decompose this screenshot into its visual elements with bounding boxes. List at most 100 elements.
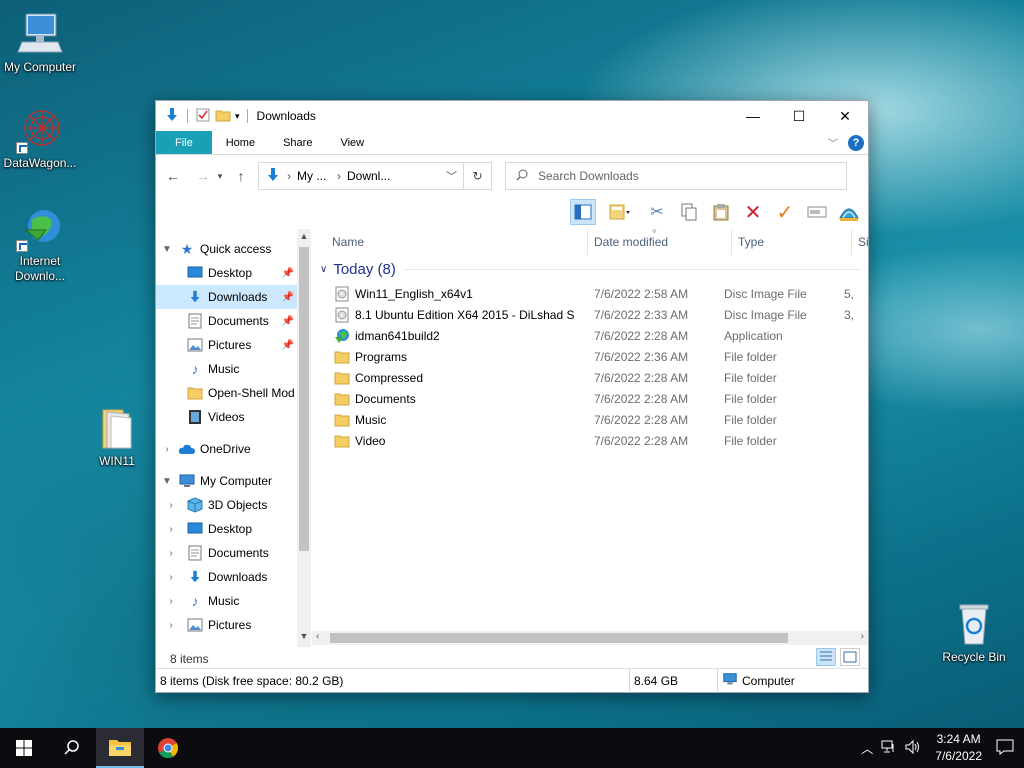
maximize-button[interactable]: ☐ xyxy=(776,101,822,131)
new-folder-icon[interactable] xyxy=(215,107,231,126)
file-row[interactable]: 8.1 Ubuntu Edition X64 2015 - DiLshad Sy… xyxy=(312,304,868,325)
network-icon[interactable] xyxy=(881,740,897,757)
rename-icon[interactable] xyxy=(804,199,830,225)
expand-chevron-icon[interactable]: › xyxy=(156,620,186,631)
file-row[interactable]: Programs 7/6/2022 2:36 AM File folder xyxy=(312,346,868,367)
nav-computer-pictures[interactable]: › Pictures xyxy=(156,613,298,637)
pin-icon: 📌 xyxy=(281,339,294,351)
customize-qat-dropdown-icon[interactable]: ▾ xyxy=(235,111,240,122)
collapse-chevron-icon[interactable]: ▼ xyxy=(156,244,178,255)
address-bar[interactable]: › My ... › Downl... ﹀ xyxy=(258,162,464,190)
tab-share[interactable]: Share xyxy=(269,131,326,154)
expand-chevron-icon[interactable]: › xyxy=(156,596,186,607)
nav-quick-pictures[interactable]: Pictures 📌 xyxy=(156,333,298,357)
scrollbar-thumb[interactable] xyxy=(330,633,788,643)
navigation-pane-toggle-icon[interactable] xyxy=(570,199,596,225)
cut-icon[interactable]: ✂ xyxy=(644,199,670,225)
up-arrow-icon[interactable]: ↑ xyxy=(230,168,252,184)
navigation-pane-scrollbar[interactable]: ▲ ▼ xyxy=(297,229,311,647)
forward-arrow-icon[interactable]: → xyxy=(192,168,214,184)
expand-chevron-icon[interactable]: › xyxy=(156,572,186,583)
refresh-button[interactable]: ↻ xyxy=(464,162,492,190)
nav-quick-videos[interactable]: Videos xyxy=(156,405,298,429)
nav-quick-downloads[interactable]: Downloads 📌 xyxy=(156,285,298,309)
nav-computer-documents[interactable]: › Documents xyxy=(156,541,298,565)
file-row[interactable]: idman641build2 7/6/2022 2:28 AM Applicatio… xyxy=(312,325,868,346)
nav-computer-desktop[interactable]: › Desktop xyxy=(156,517,298,541)
start-button[interactable] xyxy=(0,728,48,768)
back-arrow-icon[interactable]: ← xyxy=(162,168,184,184)
nav-quick-desktop[interactable]: Desktop 📌 xyxy=(156,261,298,285)
expand-chevron-icon[interactable]: › xyxy=(156,548,186,559)
check-icon[interactable]: ✓ xyxy=(772,199,798,225)
file-row[interactable]: Documents 7/6/2022 2:28 AM File folder xyxy=(312,388,868,409)
scrollbar-thumb[interactable] xyxy=(299,247,309,551)
taskbar-chrome[interactable] xyxy=(144,728,192,768)
group-header-today[interactable]: ∨ Today (8) xyxy=(320,255,860,283)
nav-quick-documents[interactable]: Documents 📌 xyxy=(156,309,298,333)
tab-file[interactable]: File xyxy=(156,131,212,154)
scroll-up-arrow-icon[interactable]: ▲ xyxy=(297,231,311,245)
properties-shell-icon[interactable] xyxy=(836,199,862,225)
horizontal-scrollbar[interactable]: ‹ › xyxy=(312,631,868,645)
volume-icon[interactable] xyxy=(905,739,921,757)
delete-icon[interactable]: ✕ xyxy=(740,199,766,225)
copy-icon[interactable] xyxy=(676,199,702,225)
tab-view[interactable]: View xyxy=(326,131,378,154)
breadcrumb-downloads[interactable]: Downl... xyxy=(347,169,411,183)
taskbar-file-explorer[interactable] xyxy=(96,728,144,768)
desktop-icon-win11[interactable]: WIN11 xyxy=(75,404,159,469)
tab-home[interactable]: Home xyxy=(212,131,269,154)
file-row[interactable]: Compressed 7/6/2022 2:28 AM File folder xyxy=(312,367,868,388)
view-options-icon[interactable] xyxy=(602,199,638,225)
search-input[interactable]: Search Downloads xyxy=(505,162,847,190)
nav-computer-music[interactable]: › ♪ Music xyxy=(156,589,298,613)
scroll-right-arrow-icon[interactable]: › xyxy=(861,631,864,642)
breadcrumb-separator-icon[interactable]: › xyxy=(287,169,291,183)
nav-quick-open-shell[interactable]: Open-Shell Mod xyxy=(156,381,298,405)
nav-computer-downloads[interactable]: › Downloads xyxy=(156,565,298,589)
notifications-icon[interactable] xyxy=(996,739,1014,758)
scroll-down-arrow-icon[interactable]: ▼ xyxy=(297,631,311,645)
nav-my-computer[interactable]: ▼ My Computer xyxy=(156,469,298,493)
details-view-icon[interactable] xyxy=(816,648,836,666)
status-bar: 8 items (Disk free space: 80.2 GB) 8.64 … xyxy=(156,668,868,693)
desktop-icon-internet-download-manager[interactable]: Internet Downlo... xyxy=(0,204,82,284)
minimize-button[interactable]: — xyxy=(730,101,776,131)
recent-locations-chevron-icon[interactable]: ▾ xyxy=(214,171,226,182)
file-row[interactable]: Music 7/6/2022 2:28 AM File folder xyxy=(312,409,868,430)
desktop-icon-my-computer[interactable]: My Computer xyxy=(0,10,82,75)
expand-chevron-icon[interactable]: › xyxy=(156,500,186,511)
collapse-chevron-icon[interactable]: ∨ xyxy=(320,264,327,275)
search-button[interactable] xyxy=(48,728,96,768)
breadcrumb-my-computer[interactable]: My ... xyxy=(297,169,331,183)
nav-quick-access[interactable]: ▼ ★ Quick access xyxy=(156,237,298,261)
nav-quick-music[interactable]: ♪ Music xyxy=(156,357,298,381)
large-icons-view-icon[interactable] xyxy=(840,648,860,666)
help-button[interactable]: ? xyxy=(848,134,864,151)
paste-icon[interactable] xyxy=(708,199,734,225)
close-button[interactable]: ✕ xyxy=(822,101,868,131)
address-dropdown-icon[interactable]: ﹀ xyxy=(446,168,457,184)
breadcrumb-separator-icon[interactable]: › xyxy=(337,169,341,183)
nav-onedrive[interactable]: › OneDrive xyxy=(156,437,298,461)
column-header-size[interactable]: Si xyxy=(852,229,868,255)
column-header-name[interactable]: Name xyxy=(312,229,588,255)
window-title: Downloads xyxy=(256,109,316,123)
file-row[interactable]: Video 7/6/2022 2:28 AM File folder xyxy=(312,430,868,451)
collapse-chevron-icon[interactable]: ▼ xyxy=(156,476,178,487)
column-header-type[interactable]: Type xyxy=(732,229,852,255)
expand-chevron-icon[interactable]: › xyxy=(156,444,178,455)
expand-chevron-icon[interactable]: › xyxy=(156,524,186,535)
nav-computer-3d-objects[interactable]: › 3D Objects xyxy=(156,493,298,517)
desktop-icon-datawagon[interactable]: DataWagon... xyxy=(0,106,82,171)
properties-icon[interactable] xyxy=(195,107,211,126)
scroll-left-arrow-icon[interactable]: ‹ xyxy=(316,631,319,642)
show-hidden-icons-chevron-icon[interactable]: ︿ xyxy=(861,740,873,757)
expand-ribbon-chevron-icon[interactable]: ﹀ xyxy=(828,135,838,150)
column-header-date[interactable]: Date modified xyxy=(588,229,732,255)
folder-icon xyxy=(334,370,350,386)
file-row[interactable]: Win11_English_x64v1 7/6/2022 2:58 AM Disc … xyxy=(312,283,868,304)
desktop-icon-recycle-bin[interactable]: Recycle Bin xyxy=(932,600,1016,665)
clock[interactable]: 3:24 AM 7/6/2022 xyxy=(929,731,988,765)
